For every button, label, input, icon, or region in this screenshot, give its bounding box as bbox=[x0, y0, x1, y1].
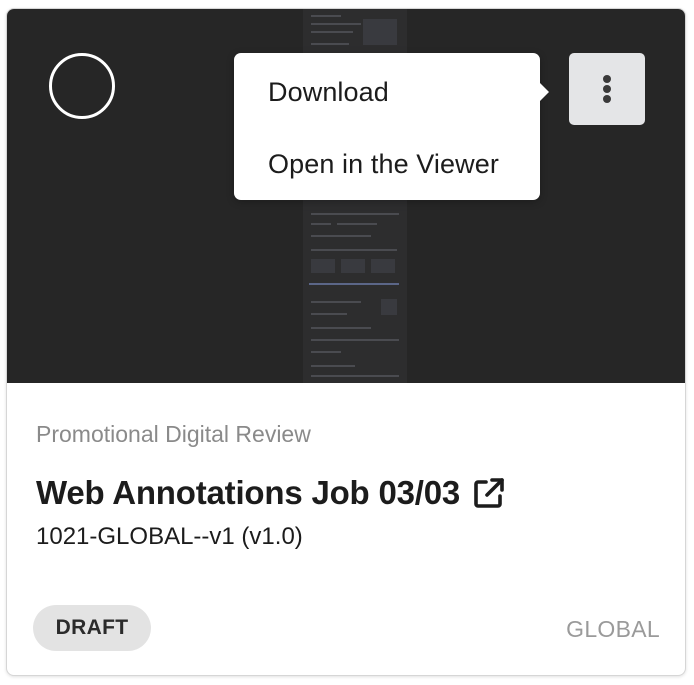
status-badge: DRAFT bbox=[33, 605, 151, 651]
vertical-ellipsis-icon bbox=[603, 75, 611, 103]
region-label: GLOBAL bbox=[566, 616, 660, 642]
select-checkbox-circle-icon[interactable] bbox=[49, 53, 115, 119]
document-id: 1021-GLOBAL--v1 (v1.0) bbox=[36, 523, 303, 550]
external-link-icon[interactable] bbox=[472, 476, 506, 510]
document-title[interactable]: Web Annotations Job 03/03 bbox=[36, 474, 460, 512]
more-options-button[interactable] bbox=[569, 53, 645, 125]
menu-item-open-in-viewer[interactable]: Open in the Viewer bbox=[268, 149, 499, 180]
document-card[interactable]: Download Open in the Viewer Promotional … bbox=[6, 8, 686, 676]
document-category: Promotional Digital Review bbox=[36, 421, 311, 447]
title-row: Web Annotations Job 03/03 bbox=[36, 474, 506, 512]
menu-item-download[interactable]: Download bbox=[268, 77, 389, 108]
document-preview[interactable]: Download Open in the Viewer bbox=[7, 9, 685, 383]
card-details: Promotional Digital Review Web Annotatio… bbox=[7, 383, 685, 675]
context-menu: Download Open in the Viewer bbox=[234, 53, 549, 200]
